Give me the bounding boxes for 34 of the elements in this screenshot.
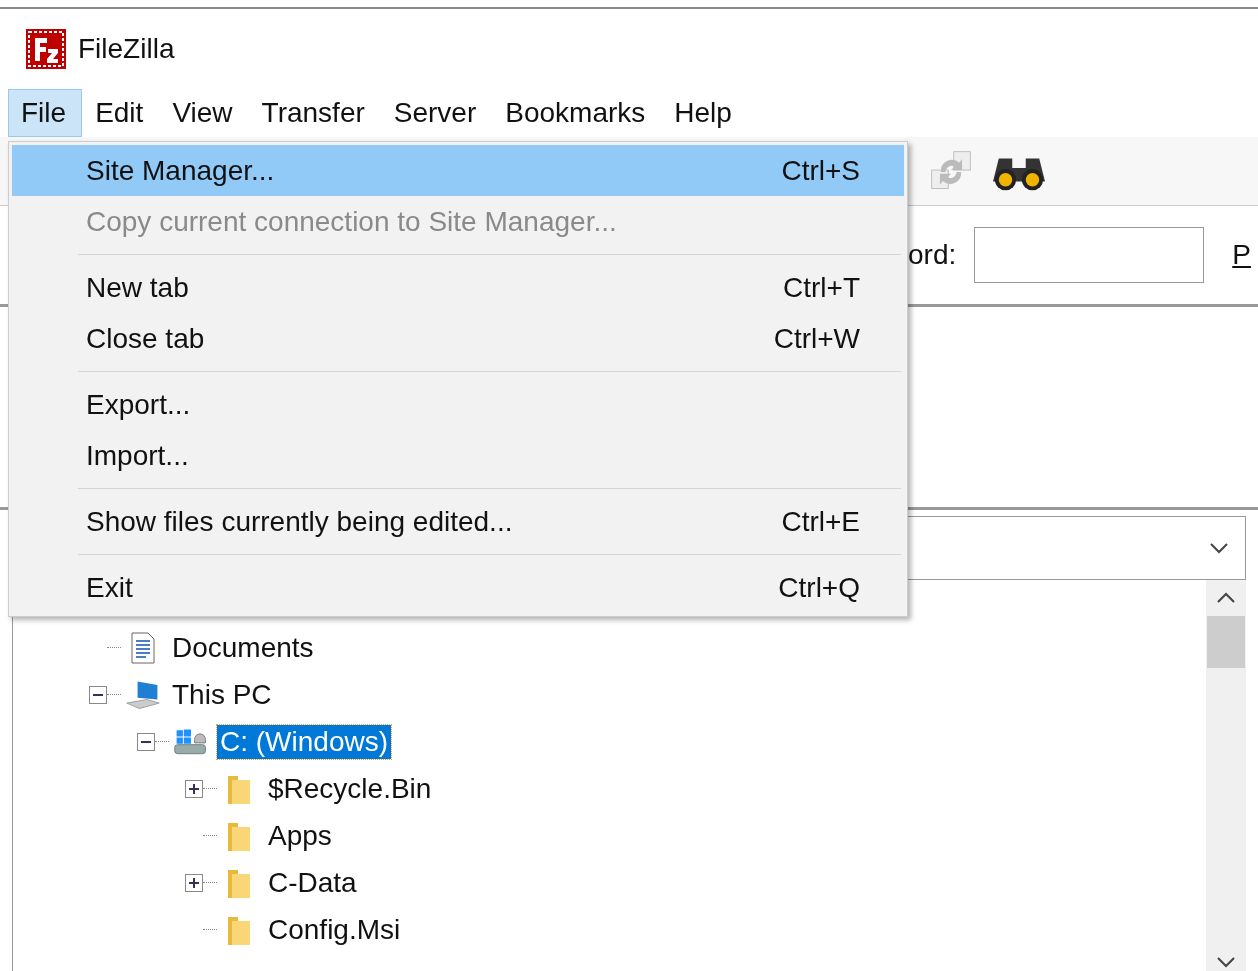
menu-item[interactable]: Edit bbox=[82, 89, 160, 137]
tree-item[interactable]: C-Data bbox=[265, 865, 360, 900]
menu-item[interactable]: Help bbox=[661, 89, 748, 137]
menu-entry[interactable]: Close tab Ctrl+W bbox=[12, 313, 904, 364]
menu-entry[interactable]: Exit Ctrl+Q bbox=[12, 562, 904, 613]
expander-icon[interactable] bbox=[185, 873, 203, 892]
menu-item[interactable]: Transfer bbox=[248, 89, 381, 137]
tree-item[interactable]: Apps bbox=[265, 818, 335, 853]
window-title: FileZilla bbox=[78, 33, 175, 65]
expander-icon[interactable] bbox=[137, 732, 155, 751]
menu-entry[interactable]: New tab Ctrl+T bbox=[12, 262, 904, 313]
expander-icon[interactable] bbox=[185, 779, 203, 798]
tree-item[interactable]: Config.Msi bbox=[265, 912, 404, 947]
menu-item[interactable]: Bookmarks bbox=[492, 89, 662, 137]
menu-entry[interactable]: Site Manager... Ctrl+S bbox=[12, 145, 904, 196]
menu-entry[interactable]: Show files currently being edited... Ctrl+E bbox=[12, 496, 904, 547]
tree-item[interactable]: Documents bbox=[169, 630, 317, 665]
menu-item[interactable]: Server bbox=[380, 89, 493, 137]
tree-item[interactable]: C: (Windows) bbox=[217, 724, 391, 759]
chevron-down-icon bbox=[1209, 542, 1229, 554]
expander-icon[interactable] bbox=[89, 685, 107, 704]
password-field[interactable] bbox=[974, 227, 1205, 283]
app-logo-icon bbox=[26, 29, 66, 69]
menu-item[interactable]: View bbox=[159, 89, 249, 137]
tree-item[interactable]: $Recycle.Bin bbox=[265, 771, 435, 806]
scrollbar-thumb[interactable] bbox=[1207, 616, 1245, 668]
menu-entry[interactable]: Import... bbox=[12, 430, 904, 481]
scroll-down-icon[interactable] bbox=[1216, 956, 1236, 968]
port-label: P bbox=[1232, 239, 1251, 271]
menu-entry[interactable]: Export... bbox=[12, 379, 904, 430]
password-label: ord: bbox=[908, 239, 957, 271]
scroll-up-icon[interactable] bbox=[1216, 592, 1236, 604]
menu-item[interactable]: File bbox=[8, 89, 83, 137]
tree-item[interactable]: This PC bbox=[169, 677, 275, 712]
